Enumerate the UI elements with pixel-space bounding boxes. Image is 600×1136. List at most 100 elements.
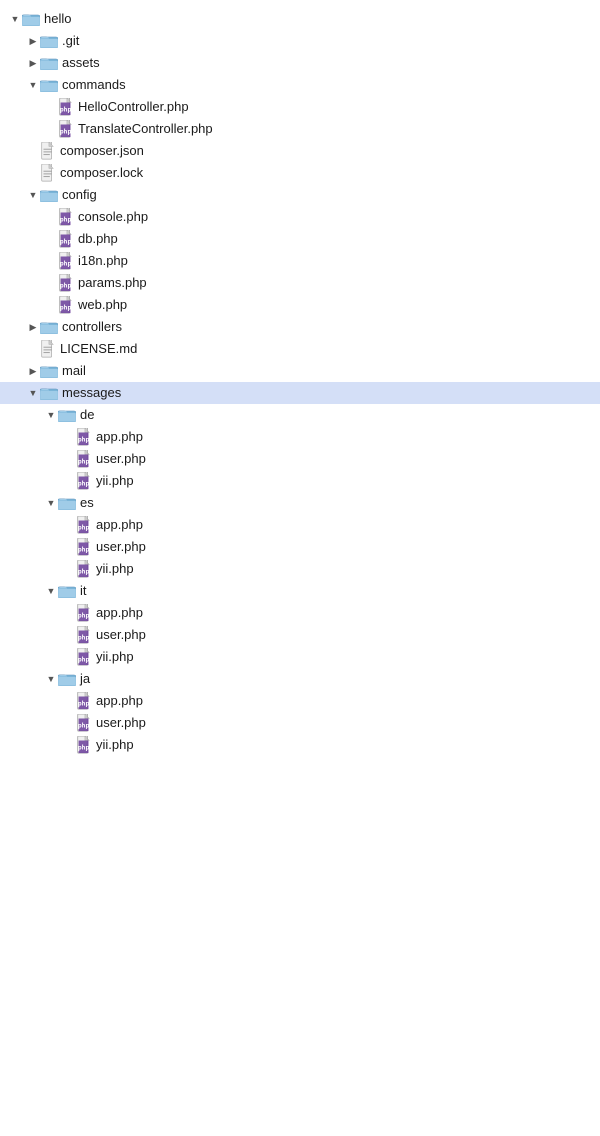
- tree-item-params-php[interactable]: php params.php: [0, 272, 600, 294]
- svg-text:php: php: [60, 129, 72, 136]
- item-label: user.php: [96, 624, 146, 646]
- item-label: i18n.php: [78, 250, 128, 272]
- php-file-icon: php: [58, 296, 74, 314]
- php-file-icon: php: [58, 98, 74, 116]
- svg-text:php: php: [78, 481, 90, 488]
- item-label: de: [80, 404, 94, 426]
- tree-item-it-user-php[interactable]: php user.php: [0, 624, 600, 646]
- tree-item-composer-lock[interactable]: composer.lock: [0, 162, 600, 184]
- folder-icon: [58, 672, 76, 686]
- collapse-triangle[interactable]: [8, 12, 22, 26]
- tree-item-config[interactable]: config: [0, 184, 600, 206]
- tree-item-controllers[interactable]: controllers: [0, 316, 600, 338]
- svg-text:php: php: [78, 613, 90, 620]
- item-label: db.php: [78, 228, 118, 250]
- collapse-triangle[interactable]: [26, 78, 40, 92]
- item-label: ja: [80, 668, 90, 690]
- folder-icon: [58, 584, 76, 598]
- tree-item-de[interactable]: de: [0, 404, 600, 426]
- item-label: user.php: [96, 536, 146, 558]
- php-file-icon: php: [76, 692, 92, 710]
- file-tree: hello .git assets commands php HelloCont…: [0, 0, 600, 764]
- item-label: console.php: [78, 206, 148, 228]
- tree-item-mail[interactable]: mail: [0, 360, 600, 382]
- item-label: LICENSE.md: [60, 338, 137, 360]
- tree-item-db-php[interactable]: php db.php: [0, 228, 600, 250]
- tree-item-hello[interactable]: hello: [0, 8, 600, 30]
- collapse-triangle[interactable]: [26, 386, 40, 400]
- php-file-icon: php: [76, 450, 92, 468]
- folder-icon: [40, 364, 58, 378]
- folder-icon: [40, 78, 58, 92]
- php-file-icon: php: [58, 208, 74, 226]
- php-file-icon: php: [58, 252, 74, 270]
- tree-item-de-user-php[interactable]: php user.php: [0, 448, 600, 470]
- item-label: yii.php: [96, 734, 134, 756]
- item-label: assets: [62, 52, 100, 74]
- php-file-icon: php: [76, 516, 92, 534]
- folder-icon: [22, 12, 40, 26]
- folder-icon: [40, 320, 58, 334]
- item-label: messages: [62, 382, 121, 404]
- php-file-icon: php: [76, 648, 92, 666]
- tree-item-i18n-php[interactable]: php i18n.php: [0, 250, 600, 272]
- tree-item-de-yii-php[interactable]: php yii.php: [0, 470, 600, 492]
- tree-item-es-user-php[interactable]: php user.php: [0, 536, 600, 558]
- collapse-triangle[interactable]: [44, 584, 58, 598]
- item-label: app.php: [96, 602, 143, 624]
- tree-item-hello-controller[interactable]: php HelloController.php: [0, 96, 600, 118]
- item-label: mail: [62, 360, 86, 382]
- collapse-triangle[interactable]: [26, 188, 40, 202]
- expand-triangle[interactable]: [26, 34, 40, 48]
- tree-item-license-md[interactable]: LICENSE.md: [0, 338, 600, 360]
- php-file-icon: php: [58, 120, 74, 138]
- expand-triangle[interactable]: [26, 56, 40, 70]
- folder-icon: [40, 386, 58, 400]
- text-file-icon: [40, 340, 56, 358]
- tree-item-web-php[interactable]: php web.php: [0, 294, 600, 316]
- tree-item-commands[interactable]: commands: [0, 74, 600, 96]
- php-file-icon: php: [58, 230, 74, 248]
- svg-text:php: php: [78, 701, 90, 708]
- tree-item-ja-user-php[interactable]: php user.php: [0, 712, 600, 734]
- tree-item-de-app-php[interactable]: php app.php: [0, 426, 600, 448]
- svg-text:php: php: [60, 217, 72, 224]
- item-label: web.php: [78, 294, 127, 316]
- item-label: yii.php: [96, 470, 134, 492]
- folder-icon: [58, 496, 76, 510]
- tree-item-es-yii-php[interactable]: php yii.php: [0, 558, 600, 580]
- tree-item-ja-app-php[interactable]: php app.php: [0, 690, 600, 712]
- tree-item-console-php[interactable]: php console.php: [0, 206, 600, 228]
- item-label: app.php: [96, 690, 143, 712]
- item-label: yii.php: [96, 558, 134, 580]
- item-label: .git: [62, 30, 79, 52]
- text-file-icon: [40, 142, 56, 160]
- svg-text:php: php: [78, 745, 90, 752]
- tree-item-translate-controller[interactable]: php TranslateController.php: [0, 118, 600, 140]
- tree-item-assets[interactable]: assets: [0, 52, 600, 74]
- tree-item-ja-yii-php[interactable]: php yii.php: [0, 734, 600, 756]
- collapse-triangle[interactable]: [44, 496, 58, 510]
- collapse-triangle[interactable]: [44, 408, 58, 422]
- folder-icon: [58, 408, 76, 422]
- expand-triangle[interactable]: [26, 320, 40, 334]
- item-label: TranslateController.php: [78, 118, 213, 140]
- tree-item-it[interactable]: it: [0, 580, 600, 602]
- tree-item-es-app-php[interactable]: php app.php: [0, 514, 600, 536]
- item-label: controllers: [62, 316, 122, 338]
- tree-item-ja[interactable]: ja: [0, 668, 600, 690]
- expand-triangle[interactable]: [26, 364, 40, 378]
- item-label: composer.lock: [60, 162, 143, 184]
- tree-item-it-app-php[interactable]: php app.php: [0, 602, 600, 624]
- folder-icon: [40, 56, 58, 70]
- php-file-icon: php: [76, 626, 92, 644]
- tree-item-messages[interactable]: messages: [0, 382, 600, 404]
- folder-icon: [40, 188, 58, 202]
- php-file-icon: php: [76, 428, 92, 446]
- item-label: user.php: [96, 448, 146, 470]
- tree-item-es[interactable]: es: [0, 492, 600, 514]
- tree-item-git[interactable]: .git: [0, 30, 600, 52]
- collapse-triangle[interactable]: [44, 672, 58, 686]
- tree-item-it-yii-php[interactable]: php yii.php: [0, 646, 600, 668]
- tree-item-composer-json[interactable]: composer.json: [0, 140, 600, 162]
